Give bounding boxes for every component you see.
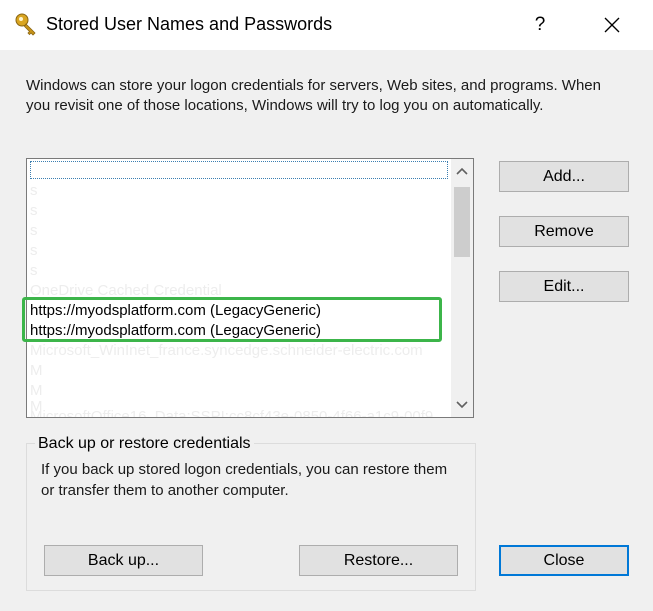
- vertical-scrollbar[interactable]: [451, 159, 473, 417]
- list-item[interactable]: MicrosoftOffice16_Data:SSPI:cc8cf43e-085…: [30, 407, 433, 417]
- edit-button[interactable]: Edit...: [499, 271, 629, 302]
- window-title: Stored User Names and Passwords: [46, 14, 333, 34]
- description-text: Windows can store your logon credentials…: [26, 77, 601, 114]
- list-item[interactable]: s: [30, 181, 38, 201]
- list-item[interactable]: Microsoft_WinInet_france.syncedge.schnei…: [30, 341, 423, 361]
- close-icon[interactable]: [594, 8, 630, 42]
- help-button[interactable]: ?: [525, 10, 555, 40]
- scroll-down-arrow-icon[interactable]: [451, 393, 473, 415]
- backup-description: If you back up stored logon credentials,…: [41, 461, 448, 499]
- scrollbar-thumb[interactable]: [454, 187, 470, 257]
- list-item[interactable]: https://myodsplatform.com (LegacyGeneric…: [30, 301, 321, 321]
- list-item[interactable]: s: [30, 241, 38, 261]
- group-label: Back up or restore credentials: [35, 435, 254, 453]
- key-icon: [15, 13, 36, 36]
- list-item[interactable]: s: [30, 261, 38, 281]
- list-item[interactable]: [30, 161, 448, 179]
- close-button[interactable]: Close: [499, 545, 629, 576]
- list-item[interactable]: s: [30, 221, 38, 241]
- list-item[interactable]: s: [30, 201, 38, 221]
- title-bar: Stored User Names and Passwords ?: [0, 0, 653, 50]
- backup-button[interactable]: Back up...: [44, 545, 203, 576]
- list-item[interactable]: OneDrive Cached Credential: [30, 281, 222, 301]
- credentials-list[interactable]: s s s s s OneDrive Cached Credential htt…: [26, 158, 474, 418]
- remove-button[interactable]: Remove: [499, 216, 629, 247]
- list-item[interactable]: https://myodsplatform.com (LegacyGeneric…: [30, 321, 321, 341]
- list-item[interactable]: M: [30, 361, 43, 381]
- add-button[interactable]: Add...: [499, 161, 629, 192]
- restore-button[interactable]: Restore...: [299, 545, 458, 576]
- scroll-up-arrow-icon[interactable]: [451, 161, 473, 183]
